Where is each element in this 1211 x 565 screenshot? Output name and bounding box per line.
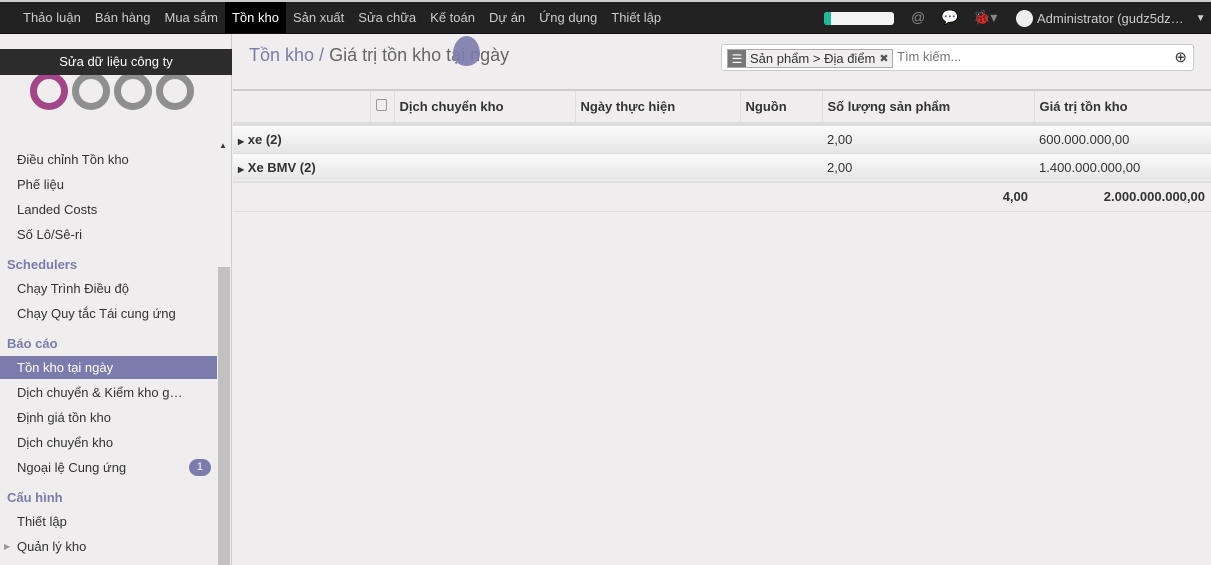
odoo-logo bbox=[30, 72, 194, 110]
col-nguon[interactable]: Nguồn bbox=[739, 89, 822, 126]
breadcrumb-current: Giá trị tồn kho tại ngày bbox=[329, 45, 510, 65]
group-by-icon: ☰ bbox=[728, 50, 746, 67]
progress-fill bbox=[824, 12, 831, 25]
loading-drop-icon bbox=[453, 36, 480, 66]
group-label: xe (2) bbox=[247, 131, 282, 147]
col-ngay[interactable]: Ngày thực hiện bbox=[574, 89, 740, 126]
sidebar-item-label: Quản lý kho bbox=[17, 539, 87, 554]
sidebar-header-bao-cao: Báo cáo bbox=[7, 336, 58, 351]
search-bar: ☰ Sản phẩm > Địa điểm✖ ⊕ bbox=[721, 44, 1194, 71]
group-value: 600.000.000,00 bbox=[1034, 124, 1211, 154]
sidebar-item-ngoai-le[interactable]: Ngoại lệ Cung ứng 1 bbox=[0, 456, 217, 479]
breadcrumb-parent[interactable]: Tồn kho / bbox=[249, 45, 324, 65]
total-qty: 4,00 bbox=[822, 181, 1034, 212]
group-value: 1.400.000.000,00 bbox=[1034, 153, 1211, 183]
stock-value-table: Dịch chuyển kho Ngày thực hiện Nguồn Số … bbox=[233, 89, 1211, 212]
scroll-up-icon[interactable]: ▲ bbox=[219, 141, 227, 150]
facet-value: Sản phẩm > Địa điểm bbox=[750, 51, 876, 66]
sidebar-item-label: Ngoại lệ Cung ứng bbox=[17, 460, 127, 475]
count-badge: 1 bbox=[188, 459, 211, 476]
col-gia-tri[interactable]: Giá trị tồn kho bbox=[1033, 89, 1211, 126]
remove-facet-icon[interactable]: ✖ bbox=[879, 50, 891, 67]
group-qty: 2,00 bbox=[822, 153, 1034, 183]
menu-ban-hang[interactable]: Bán hàng bbox=[88, 2, 158, 33]
sidebar-item-dich-chuyen-kho[interactable]: Dịch chuyển kho bbox=[0, 431, 217, 454]
sidebar-scrollbar[interactable] bbox=[218, 267, 230, 565]
sidebar-item-chay-trinh[interactable]: Chạy Trình Điều độ bbox=[0, 277, 217, 300]
search-zoom-icon[interactable]: ⊕ bbox=[1174, 48, 1187, 66]
sidebar-item-landed-costs[interactable]: Landed Costs bbox=[0, 198, 217, 221]
menu-ung-dung[interactable]: Ứng dụng bbox=[532, 2, 604, 33]
sidebar-item-dich-chuyen-kiem-kho[interactable]: Dịch chuyển & Kiểm kho g… bbox=[0, 381, 217, 404]
chevron-down-icon: ▼ bbox=[1195, 13, 1206, 24]
user-menu[interactable]: Administrator (gudz5dz… ▼ bbox=[1016, 10, 1206, 27]
group-qty: 2,00 bbox=[822, 124, 1034, 154]
select-all-checkbox[interactable] bbox=[375, 99, 387, 111]
menu-thao-luan[interactable]: Thảo luận bbox=[16, 2, 88, 33]
sidebar-item-so-lo[interactable]: Số Lô/Sê-ri bbox=[0, 223, 217, 246]
debug-bug-icon[interactable]: 🐞▾ bbox=[973, 9, 997, 26]
menu-ton-kho[interactable]: Tồn kho bbox=[224, 2, 286, 33]
totals-row: 4,00 2.000.000.000,00 bbox=[233, 181, 1211, 212]
sidebar-item-phe-lieu[interactable]: Phế liệu bbox=[0, 173, 217, 196]
menu-sua-chua[interactable]: Sửa chữa bbox=[351, 2, 423, 33]
sidebar-item-ton-kho-tai-ngay[interactable]: Tồn kho tại ngày bbox=[0, 356, 217, 379]
sidebar: Sửa dữ liệu công ty ▲ Điều chỉnh Tồn kho… bbox=[0, 34, 232, 565]
col-so-luong[interactable]: Số lượng sản phẩm bbox=[821, 89, 1034, 126]
chat-icon[interactable]: 💬 bbox=[941, 9, 958, 26]
sidebar-item-thiet-lap[interactable]: Thiết lập bbox=[0, 510, 217, 533]
progress-bar bbox=[824, 12, 894, 25]
group-row[interactable]: ▶ Xe BMV (2) 2,00 1.400.000.000,00 bbox=[233, 153, 1211, 183]
menu-du-an[interactable]: Dự án bbox=[482, 2, 532, 33]
menu-thiet-lap[interactable]: Thiết lập bbox=[604, 2, 668, 33]
mention-icon[interactable]: @ bbox=[911, 9, 925, 25]
sidebar-header-cau-hinh: Cấu hình bbox=[7, 490, 63, 505]
sidebar-header-schedulers: Schedulers bbox=[7, 257, 78, 272]
search-input[interactable] bbox=[897, 49, 1157, 64]
top-navbar: Thảo luận Bán hàng Mua sắm Tồn kho Sản x… bbox=[0, 0, 1211, 34]
menu-ke-toan[interactable]: Kế toán bbox=[423, 2, 482, 33]
group-row[interactable]: ▶ xe (2) 2,00 600.000.000,00 bbox=[233, 124, 1211, 154]
edit-company-button[interactable]: Sửa dữ liệu công ty bbox=[0, 49, 232, 75]
sidebar-item-quan-ly-kho[interactable]: ▶ Quản lý kho bbox=[0, 535, 217, 558]
sidebar-item-dieu-chinh[interactable]: Điều chỉnh Tồn kho bbox=[0, 148, 217, 171]
col-dich-chuyen[interactable]: Dịch chuyển kho bbox=[393, 89, 575, 126]
menu-san-xuat[interactable]: Sản xuất bbox=[286, 2, 351, 33]
sidebar-item-dinh-gia[interactable]: Định giá tồn kho bbox=[0, 406, 217, 429]
total-value: 2.000.000.000,00 bbox=[1034, 181, 1211, 212]
caret-right-icon: ▶ bbox=[238, 164, 245, 174]
sidebar-item-chay-quy-tac[interactable]: Chạy Quy tắc Tái cung ứng bbox=[0, 302, 217, 325]
caret-right-icon: ▶ bbox=[4, 542, 11, 551]
caret-right-icon: ▶ bbox=[238, 136, 245, 146]
main-menu: Thảo luận Bán hàng Mua sắm Tồn kho Sản x… bbox=[16, 2, 668, 33]
group-label: Xe BMV (2) bbox=[247, 159, 316, 175]
menu-mua-sam[interactable]: Mua sắm bbox=[158, 2, 225, 33]
user-name: Administrator (gudz5dz… bbox=[1037, 11, 1184, 26]
search-facet[interactable]: ☰ Sản phẩm > Địa điểm ✖ bbox=[727, 49, 893, 68]
table-header: Dịch chuyển kho Ngày thực hiện Nguồn Số … bbox=[233, 89, 1211, 126]
avatar bbox=[1016, 10, 1033, 27]
